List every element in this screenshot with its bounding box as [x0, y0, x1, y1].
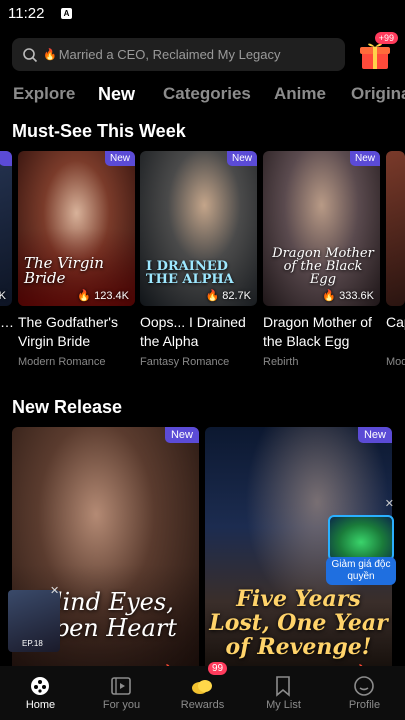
section-title-new-release: New Release [12, 397, 123, 417]
nav-home[interactable]: Home [0, 666, 81, 720]
nav-label: Profile [348, 699, 381, 711]
notification-icon: A [61, 8, 72, 19]
new-badge: New [164, 427, 199, 443]
search-bar[interactable]: 🔥 Married a CEO, Reclaimed My Legacy [12, 38, 345, 71]
poster-title: The Virgin Bride [24, 254, 104, 287]
poster [386, 151, 405, 306]
flame-icon: 🔥 [77, 290, 92, 302]
card-title: … [0, 314, 14, 330]
mini-player[interactable]: EP.18 [8, 590, 60, 652]
view-count: K [0, 290, 6, 302]
coins-icon [192, 680, 212, 694]
card-genre: Fantasy Romance [140, 356, 230, 368]
nav-profile[interactable]: Profile [324, 666, 405, 720]
nav-label: For you [102, 699, 141, 711]
section-title-must-see: Must-See This Week [12, 121, 186, 141]
poster-title: Dragon Mother of the Black Egg [272, 246, 374, 287]
nav-label: Home [25, 699, 56, 711]
card-title: Cap Kin [386, 314, 405, 330]
rewards-badge: 99 [208, 662, 228, 675]
gift-badge: +99 [374, 32, 398, 44]
poster: The Virgin Bride New 🔥 123.4K [18, 151, 135, 306]
flame-icon: 🔥 [322, 290, 337, 302]
close-icon[interactable]: ✕ [385, 497, 394, 510]
gift-button[interactable]: +99 [358, 32, 398, 72]
poster-title: Five Years Lost, One Year of Revenge! [209, 586, 388, 661]
tab-originals[interactable]: Origina [351, 84, 405, 104]
view-count: 🔥 82.7K [205, 290, 251, 302]
status-time: 11:22 [8, 5, 45, 22]
tab-anime[interactable]: Anime [274, 84, 326, 104]
bottom-nav: Home For you Rewards My List Profile [0, 666, 405, 720]
list-item[interactable]: Cap Kin Mod [386, 151, 405, 371]
search-placeholder: Married a CEO, Reclaimed My Legacy [58, 47, 281, 62]
poster-title: I DRAINED THE ALPHA [146, 259, 234, 287]
card-genre: Mod [386, 356, 405, 368]
list-item[interactable]: K … [0, 151, 14, 371]
nav-my-list[interactable]: My List [243, 666, 324, 720]
bookmark-icon [276, 676, 290, 697]
search-icon [23, 47, 38, 62]
card-genre: Modern Romance [18, 356, 106, 368]
list-item[interactable]: I DRAINED THE ALPHA New 🔥 82.7K Oops... … [140, 151, 258, 371]
list-item[interactable]: The Virgin Bride New 🔥 123.4K The Godfat… [18, 151, 136, 371]
nav-label: My List [266, 699, 301, 711]
promo-banner[interactable]: ✕ Giảm giá độc quyền [326, 497, 396, 587]
card-title: Oops... I Drained the Alpha [140, 314, 246, 349]
list-item[interactable]: Dragon Mother of the Black Egg New 🔥 333… [263, 151, 381, 371]
view-count: 🔥 123.4K [77, 290, 129, 302]
flame-icon: 🔥 [43, 49, 57, 61]
nav-label: Rewards [180, 699, 225, 711]
nav-for-you[interactable]: For you [81, 666, 162, 720]
card-title: The Godfather's Virgin Bride [18, 314, 118, 349]
tab-categories[interactable]: Categories [163, 84, 251, 104]
tab-new[interactable]: New [98, 84, 135, 105]
category-tabs: Explore New Categories Anime Origina [0, 84, 405, 108]
new-badge: New [357, 427, 392, 443]
new-badge: New [104, 151, 135, 166]
stadium-icon [328, 515, 394, 561]
nav-rewards[interactable]: Rewards [162, 666, 243, 720]
view-count: 🔥 333.6K [322, 290, 374, 302]
tab-explore[interactable]: Explore [13, 84, 75, 104]
promo-label: Giảm giá độc quyền [326, 557, 396, 585]
poster: I DRAINED THE ALPHA New 🔥 82.7K [140, 151, 257, 306]
status-bar: 11:22 A [0, 0, 405, 30]
flame-icon: 🔥 [205, 290, 220, 302]
play-icon [111, 677, 131, 695]
close-icon[interactable]: ✕ [50, 584, 59, 597]
card-genre: Rebirth [263, 356, 299, 368]
new-badge: New [226, 151, 257, 166]
poster: Dragon Mother of the Black Egg New 🔥 333… [263, 151, 380, 306]
episode-label: EP.18 [22, 639, 43, 648]
card-title: Dragon Mother of the Black Egg [263, 314, 372, 349]
new-badge: New [349, 151, 380, 166]
poster: K [0, 151, 12, 306]
profile-icon [354, 676, 374, 696]
home-icon [31, 677, 49, 695]
